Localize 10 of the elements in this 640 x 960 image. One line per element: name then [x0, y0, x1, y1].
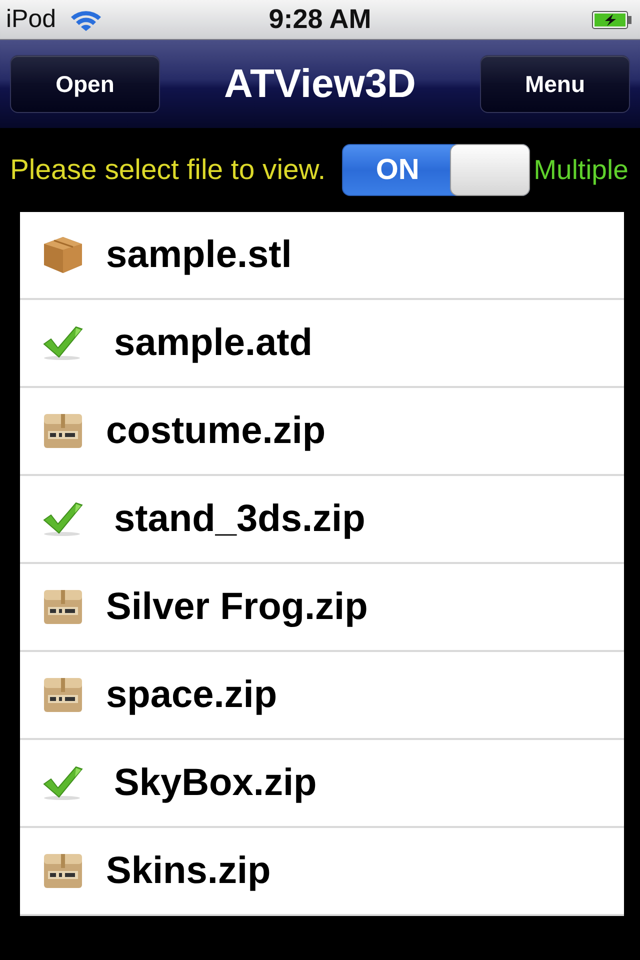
status-time: 9:28 AM	[268, 4, 372, 35]
menu-button[interactable]: Menu	[480, 55, 630, 113]
open-button[interactable]: Open	[10, 55, 160, 113]
carrier-name: iPod	[6, 5, 56, 34]
toggle-caption: Multiple	[534, 154, 628, 186]
instruction-text: Please select file to view.	[10, 154, 326, 186]
battery-charging-icon	[592, 10, 632, 28]
app-title: ATView3D	[224, 62, 416, 106]
multiple-toggle[interactable]: ON	[342, 144, 530, 196]
wifi-icon	[70, 8, 102, 30]
